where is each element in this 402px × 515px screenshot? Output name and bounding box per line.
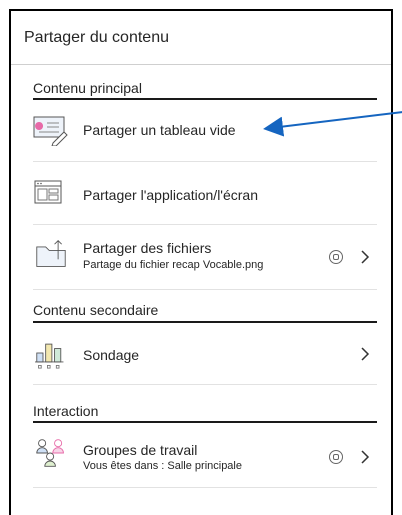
item-label: Groupes de travail [83, 442, 198, 458]
share-files-item[interactable]: Partager des fichiers Partage du fichier… [33, 226, 377, 290]
shared-indicator-icon [329, 250, 343, 264]
item-divider [33, 161, 377, 162]
share-screen-item[interactable]: Partager l'application/l'écran [33, 163, 377, 225]
item-label: Partager un tableau vide [83, 122, 236, 138]
breakout-groups-item[interactable]: Groupes de travail Vous êtes dans : Sall… [33, 423, 377, 488]
annotation-arrow [263, 111, 402, 137]
item-sublabel: Partage du fichier recap Vocable.png [83, 259, 264, 271]
section-header-secondary: Contenu secondaire [33, 302, 159, 318]
item-divider [33, 384, 377, 385]
item-label: Partager l'application/l'écran [83, 187, 258, 203]
folder-upload-icon [36, 240, 66, 267]
whiteboard-icon [33, 116, 68, 146]
item-divider [33, 289, 377, 290]
item-divider [33, 224, 377, 225]
chevron-right-icon[interactable] [357, 449, 373, 465]
panel-title: Partager du contenu [24, 29, 169, 46]
shared-indicator-icon [329, 450, 343, 464]
screen-share-icon [34, 180, 62, 204]
chevron-right-icon[interactable] [357, 346, 373, 362]
poll-item[interactable]: Sondage [33, 323, 377, 385]
groups-icon [36, 439, 64, 467]
poll-chart-icon [35, 343, 64, 369]
section-header-interaction: Interaction [33, 403, 99, 419]
section-header-primary: Contenu principal [33, 80, 142, 96]
item-divider [33, 487, 377, 488]
item-sublabel: Vous êtes dans : Salle principale [83, 460, 242, 472]
item-label: Sondage [83, 347, 140, 363]
chevron-right-icon[interactable] [357, 249, 373, 265]
item-label: Partager des fichiers [83, 240, 212, 256]
title-divider [11, 64, 391, 65]
